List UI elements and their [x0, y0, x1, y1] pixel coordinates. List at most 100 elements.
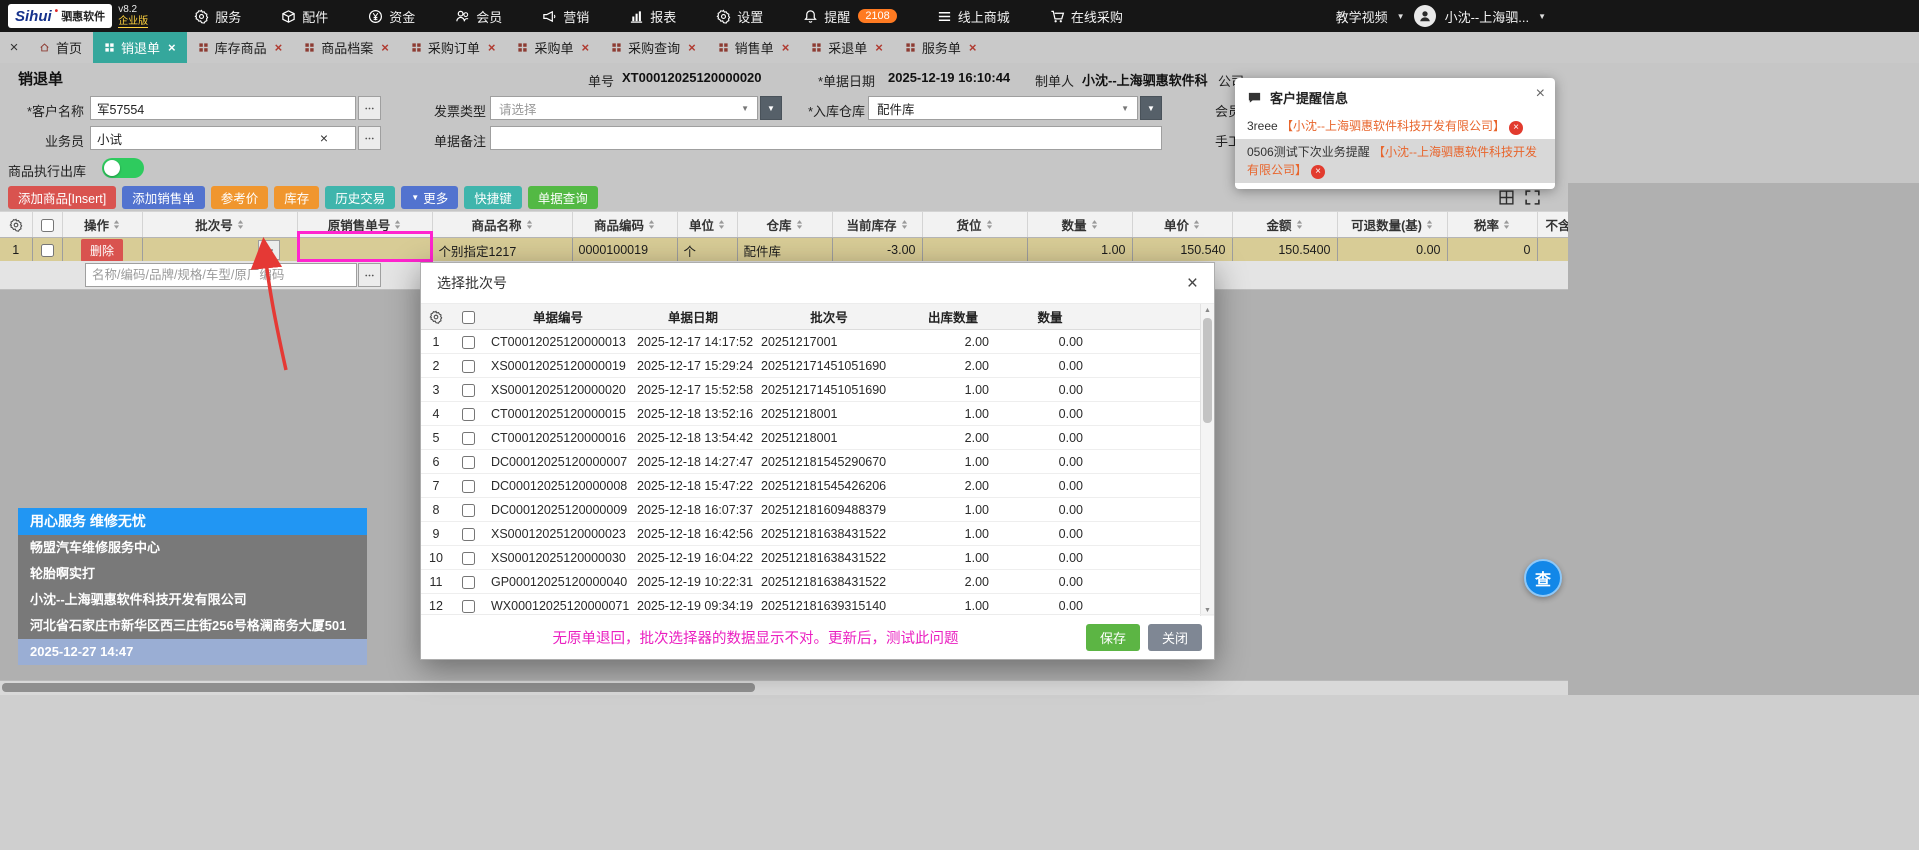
- save-button[interactable]: 保存: [1086, 624, 1140, 651]
- tab-item[interactable]: 服务单×: [894, 32, 988, 63]
- column-header[interactable]: 操作: [62, 212, 142, 238]
- modal-column-header[interactable]: 数量: [1003, 304, 1097, 330]
- salesman-input[interactable]: [90, 126, 356, 150]
- batch-row-checkbox[interactable]: [462, 480, 475, 493]
- product-search-picker-button[interactable]: [358, 263, 381, 287]
- invoice-type-select[interactable]: 请选择 ▼: [490, 96, 758, 120]
- toolbar-button[interactable]: 历史交易: [325, 186, 395, 209]
- topbar-menu-item[interactable]: 会员: [455, 7, 502, 26]
- batch-no-cell[interactable]: [142, 238, 297, 263]
- batch-row[interactable]: 6DC000120251200000072025-12-18 14:27:472…: [421, 450, 1202, 474]
- topbar-menu-item[interactable]: 线上商城: [937, 7, 1010, 26]
- video-menu-item[interactable]: 教学视频: [1336, 7, 1388, 26]
- batch-qty[interactable]: 0.00: [1003, 546, 1097, 570]
- select-all-header[interactable]: [32, 212, 62, 238]
- toolbar-button[interactable]: 库存: [274, 186, 319, 209]
- horizontal-scrollbar[interactable]: [0, 680, 1568, 696]
- modal-column-header[interactable]: 单据编号: [485, 304, 631, 330]
- batch-row-checkbox[interactable]: [462, 552, 475, 565]
- batch-row-checkbox[interactable]: [462, 408, 475, 421]
- column-header[interactable]: 批次号: [142, 212, 297, 238]
- reminder-panel-close-icon[interactable]: ×: [1536, 86, 1545, 102]
- batch-row[interactable]: 4CT000120251200000152025-12-18 13:52:162…: [421, 402, 1202, 426]
- column-header[interactable]: 可退数量(基): [1337, 212, 1447, 238]
- outbound-toggle[interactable]: [102, 158, 144, 178]
- tab-close-icon[interactable]: ×: [782, 40, 790, 55]
- column-header[interactable]: 单价: [1132, 212, 1232, 238]
- modal-select-all-header[interactable]: [451, 304, 485, 330]
- batch-qty[interactable]: 0.00: [1003, 594, 1097, 617]
- modal-column-settings-header[interactable]: [421, 304, 451, 330]
- layout-grid-icon[interactable]: [1498, 189, 1515, 206]
- original-sales-order-cell[interactable]: [297, 238, 432, 263]
- batch-row[interactable]: 1CT000120251200000132025-12-17 14:17:522…: [421, 330, 1202, 354]
- close-button[interactable]: 关闭: [1148, 624, 1202, 651]
- batch-row[interactable]: 3XS000120251200000202025-12-17 15:52:582…: [421, 378, 1202, 402]
- batch-qty[interactable]: 0.00: [1003, 330, 1097, 354]
- topbar-menu-item[interactable]: 营销: [542, 7, 589, 26]
- toolbar-button[interactable]: ▼更多: [401, 186, 458, 209]
- tab-item[interactable]: 商品档案×: [293, 32, 400, 63]
- toolbar-button[interactable]: 快捷键: [464, 186, 522, 209]
- tab-item[interactable]: 采购查询×: [600, 32, 707, 63]
- batch-row[interactable]: 12WX000120251200000712025-12-19 09:34:19…: [421, 594, 1202, 617]
- batch-row-checkbox[interactable]: [462, 600, 475, 613]
- toolbar-button[interactable]: 添加销售单: [122, 186, 205, 209]
- topbar-menu-item[interactable]: 服务: [194, 7, 241, 26]
- batch-row-checkbox[interactable]: [462, 528, 475, 541]
- column-header[interactable]: 数量: [1027, 212, 1132, 238]
- customer-picker-button[interactable]: [358, 96, 381, 120]
- column-header[interactable]: 金额: [1232, 212, 1337, 238]
- batch-qty[interactable]: 0.00: [1003, 570, 1097, 594]
- close-all-tabs-icon[interactable]: ×: [0, 32, 28, 63]
- tab-close-icon[interactable]: ×: [275, 40, 283, 55]
- batch-qty[interactable]: 0.00: [1003, 450, 1097, 474]
- tab-close-icon[interactable]: ×: [168, 40, 176, 55]
- column-header[interactable]: 单位: [677, 212, 737, 238]
- toolbar-button[interactable]: 单据查询: [528, 186, 598, 209]
- column-header[interactable]: 商品名称: [432, 212, 572, 238]
- tab-item[interactable]: 采购订单×: [400, 32, 507, 63]
- batch-row[interactable]: 5CT000120251200000162025-12-18 13:54:422…: [421, 426, 1202, 450]
- modal-column-header[interactable]: 批次号: [755, 304, 903, 330]
- select-all-checkbox[interactable]: [41, 219, 54, 232]
- column-header[interactable]: 当前库存: [832, 212, 922, 238]
- horizontal-scrollbar-thumb[interactable]: [2, 683, 755, 692]
- modal-close-icon[interactable]: ×: [1187, 274, 1198, 293]
- clear-icon[interactable]: ×: [320, 131, 328, 145]
- batch-row[interactable]: 9XS000120251200000232025-12-18 16:42:562…: [421, 522, 1202, 546]
- topbar-menu-item[interactable]: 配件: [281, 7, 328, 26]
- tab-close-icon[interactable]: ×: [581, 40, 589, 55]
- tab-close-icon[interactable]: ×: [875, 40, 883, 55]
- product-search-input[interactable]: [85, 263, 357, 287]
- batch-row[interactable]: 2XS000120251200000192025-12-17 15:29:242…: [421, 354, 1202, 378]
- toolbar-button[interactable]: 添加商品[Insert]: [8, 186, 116, 209]
- batch-row[interactable]: 10XS000120251200000302025-12-19 16:04:22…: [421, 546, 1202, 570]
- modal-column-header[interactable]: 出库数量: [903, 304, 1003, 330]
- modal-scrollbar-thumb[interactable]: [1203, 318, 1212, 423]
- floating-search-button[interactable]: 查: [1524, 559, 1562, 597]
- batch-picker-button[interactable]: [258, 240, 280, 260]
- batch-row-checkbox[interactable]: [462, 360, 475, 373]
- tab-item[interactable]: 首页: [28, 32, 93, 63]
- batch-row-checkbox[interactable]: [462, 456, 475, 469]
- batch-row-checkbox[interactable]: [462, 384, 475, 397]
- column-header[interactable]: 货位: [922, 212, 1027, 238]
- scroll-up-icon[interactable]: ▲: [1201, 304, 1214, 316]
- column-header[interactable]: 仓库: [737, 212, 832, 238]
- row-checkbox[interactable]: [41, 244, 54, 257]
- batch-row-checkbox[interactable]: [462, 504, 475, 517]
- warehouse-select[interactable]: 配件库 ▼: [868, 96, 1138, 120]
- delete-row-button[interactable]: 删除: [81, 239, 123, 262]
- topbar-menu-item[interactable]: 设置: [716, 7, 763, 26]
- tab-item[interactable]: 销退单×: [93, 32, 187, 63]
- tab-close-icon[interactable]: ×: [969, 40, 977, 55]
- dismiss-reminder-icon[interactable]: ×: [1509, 121, 1523, 135]
- tab-close-icon[interactable]: ×: [381, 40, 389, 55]
- batch-row-checkbox[interactable]: [462, 576, 475, 589]
- column-header[interactable]: 税率: [1447, 212, 1537, 238]
- batch-row[interactable]: 8DC000120251200000092025-12-18 16:07:372…: [421, 498, 1202, 522]
- modal-column-header[interactable]: 单据日期: [631, 304, 755, 330]
- tab-item[interactable]: 采退单×: [800, 32, 894, 63]
- column-header[interactable]: 不含税单价: [1537, 212, 1568, 238]
